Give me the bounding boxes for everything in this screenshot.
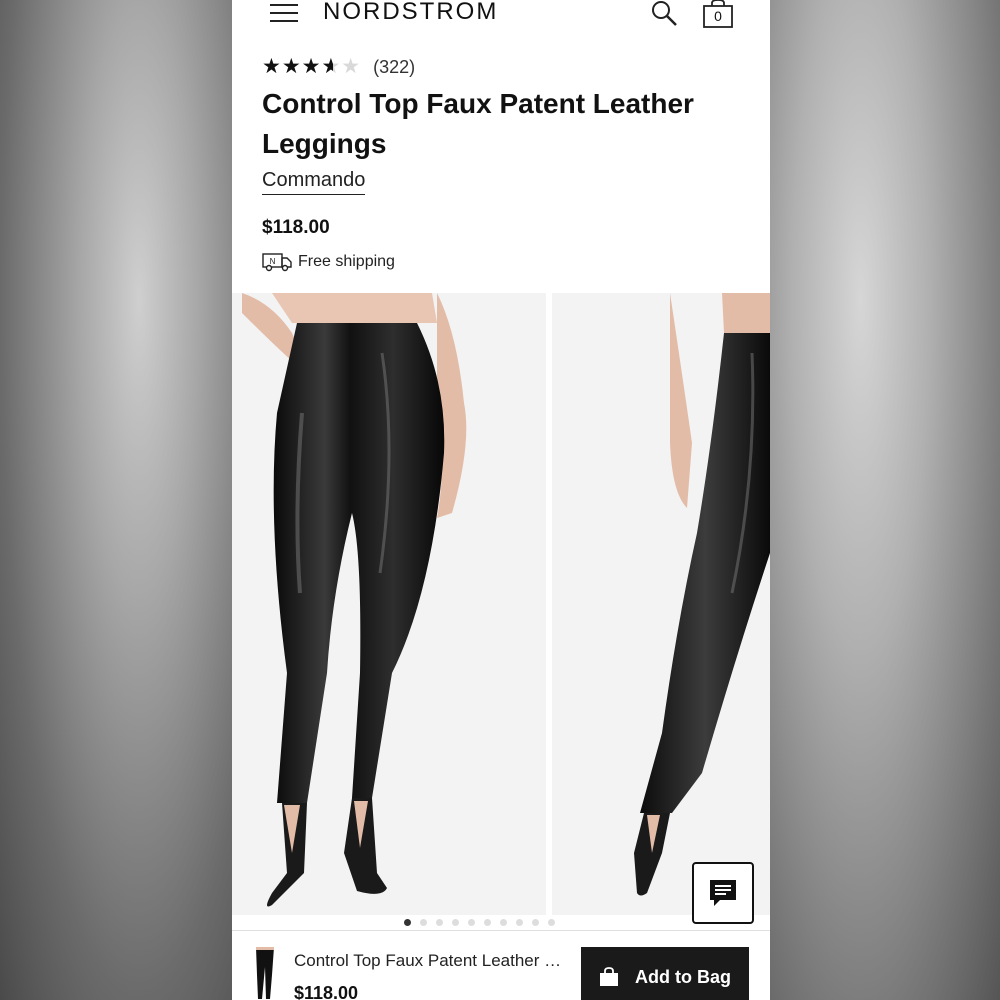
product-page: NORDSTROM 0 ★★★★★ ★★★★★ (322) Control To… <box>232 0 770 1000</box>
product-image-side[interactable] <box>552 293 770 915</box>
carousel-dot[interactable] <box>516 919 523 926</box>
bag-count: 0 <box>714 8 722 24</box>
shipping-info: N Free shipping <box>262 252 395 272</box>
carousel-dot[interactable] <box>532 919 539 926</box>
add-to-bag-button[interactable]: Add to Bag <box>581 947 749 1000</box>
sticky-product-title: Control Top Faux Patent Leather Leggings <box>294 951 564 970</box>
product-title: Control Top Faux Patent Leather Leggings <box>262 88 694 159</box>
bag-icon <box>600 967 618 986</box>
carousel-dot[interactable] <box>452 919 459 926</box>
carousel-dot[interactable] <box>500 919 507 926</box>
carousel-dot[interactable] <box>436 919 443 926</box>
shipping-text: Free shipping <box>298 253 395 270</box>
carousel-dot[interactable] <box>484 919 491 926</box>
product-thumbnail <box>256 947 274 999</box>
search-icon[interactable] <box>650 0 680 28</box>
carousel-dot[interactable] <box>404 919 411 926</box>
add-to-bag-label: Add to Bag <box>635 966 731 987</box>
background-right <box>768 0 1000 1000</box>
product-price: $118.00 <box>262 217 330 238</box>
nordstrom-logo[interactable]: NORDSTROM <box>323 0 498 24</box>
brand-link[interactable]: Commando <box>262 169 366 195</box>
chat-button[interactable] <box>692 862 754 924</box>
background-left <box>0 0 232 1000</box>
product-rating[interactable]: ★★★★★ ★★★★★ (322) <box>262 56 415 78</box>
carousel-dot[interactable] <box>420 919 427 926</box>
product-image-front[interactable] <box>232 293 546 915</box>
truck-badge: N <box>270 257 276 266</box>
menu-icon[interactable] <box>270 4 298 22</box>
sticky-add-to-bag-bar: Control Top Faux Patent Leather Leggings… <box>232 930 770 1000</box>
review-count[interactable]: (322) <box>373 57 415 78</box>
shopping-bag-icon[interactable]: 0 <box>702 0 734 28</box>
truck-icon: N <box>262 253 292 272</box>
rating-stars: ★★★★★ ★★★★★ <box>262 55 362 78</box>
carousel-dot[interactable] <box>468 919 475 926</box>
chat-icon <box>710 880 736 906</box>
carousel-dot[interactable] <box>548 919 555 926</box>
sticky-product-price: $118.00 <box>294 983 359 1000</box>
image-carousel-dots[interactable] <box>404 919 555 926</box>
